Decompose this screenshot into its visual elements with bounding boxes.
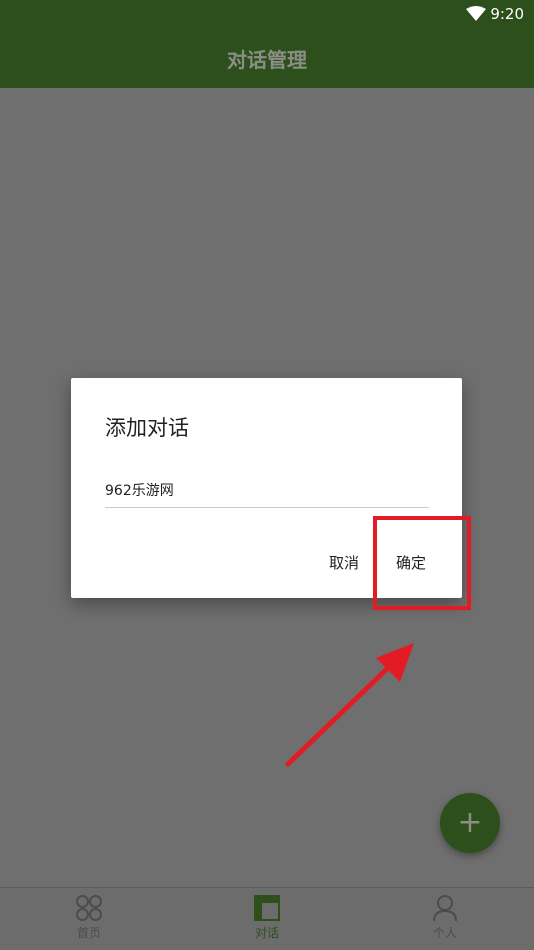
dialog-title: 添加对话: [105, 416, 189, 440]
nav-label-home: 首页: [76, 926, 101, 940]
confirm-highlight-box: [373, 516, 471, 610]
nav-label-conversations: 对话: [254, 926, 279, 940]
grid-icon: [76, 895, 102, 921]
nav-item-profile[interactable]: 个人: [400, 894, 490, 941]
layout-icon: [254, 895, 280, 921]
wifi-icon: [466, 6, 486, 21]
status-time: 9:20: [490, 5, 524, 23]
page-title: 对话管理: [227, 47, 307, 72]
add-button[interactable]: +: [440, 793, 500, 853]
conversation-name-input[interactable]: [105, 473, 429, 508]
nav-item-conversations[interactable]: 对话: [222, 894, 312, 941]
status-bar: 9:20: [0, 0, 534, 28]
nav-item-home[interactable]: 首页: [44, 894, 134, 941]
bottom-nav: 首页 对话 个人: [0, 887, 534, 950]
nav-label-profile: 个人: [432, 926, 457, 940]
person-icon: [433, 895, 457, 922]
cancel-button[interactable]: 取消: [329, 552, 359, 573]
pointer-arrow-icon: [285, 643, 414, 767]
app-bar: 对话管理: [0, 28, 534, 88]
